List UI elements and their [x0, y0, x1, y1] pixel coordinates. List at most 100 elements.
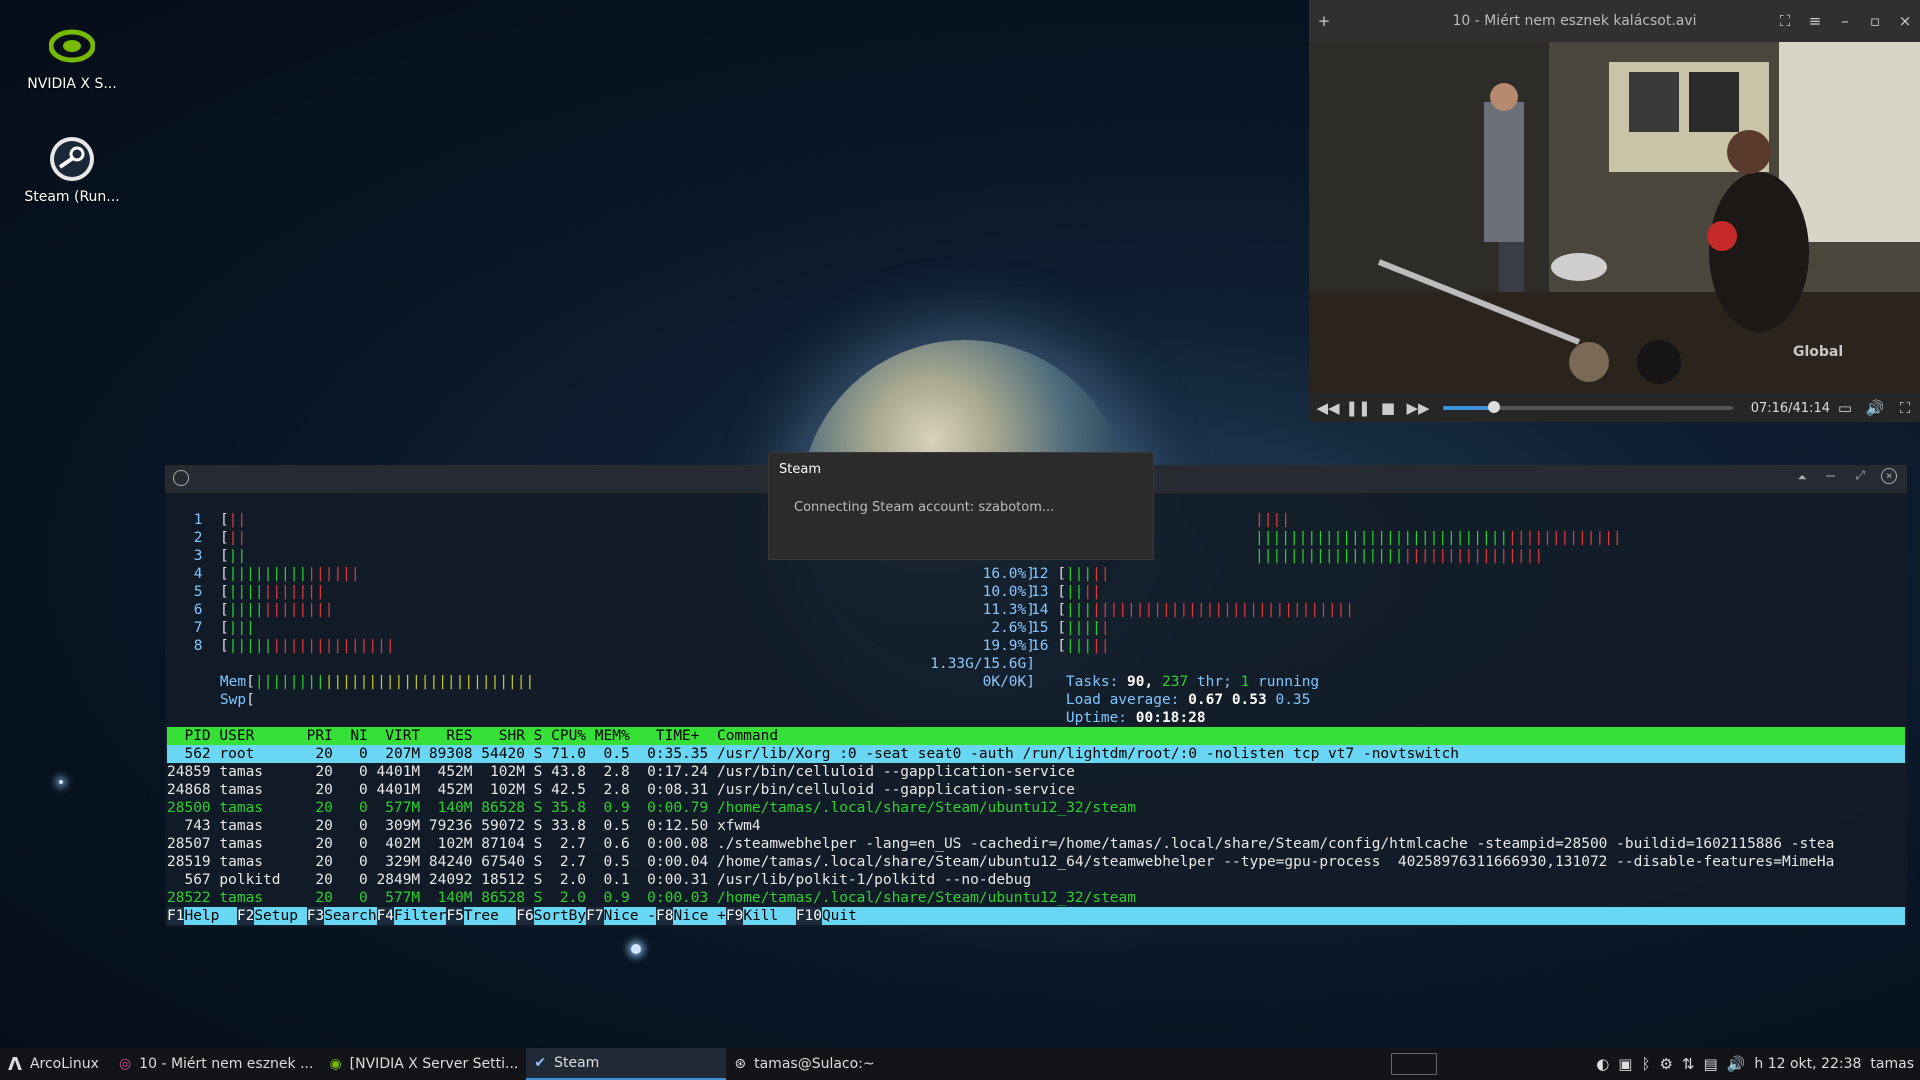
steam-tray-icon[interactable]: ◐	[1596, 1055, 1609, 1073]
cpu-number: 16	[1031, 638, 1049, 654]
cpu-meter: 4 [|||||||||||||||	[185, 566, 360, 582]
function-key-number: F1	[167, 907, 185, 925]
taskbar-item-label: Steam	[554, 1055, 600, 1071]
cpu-number: 14	[1031, 602, 1049, 618]
system-tray: ◐ ▣ ᛒ ⚙ ⇅ ▤ 🔊 h 12 okt, 22:38 tamas	[1391, 1053, 1920, 1075]
process-row[interactable]: 28500 tamas 20 0 577M 140M 86528 S 35.8 …	[167, 799, 1905, 817]
cpu-percent: 47.7%]	[1855, 529, 1920, 547]
cpu-meter: 7 [|||	[185, 620, 255, 636]
function-key-number: F7	[586, 907, 604, 925]
cpu-meter: 5 [|||||||||||	[185, 584, 325, 600]
function-key-help-button[interactable]: Help	[184, 907, 236, 925]
process-table-header[interactable]: PID USER PRI NI VIRT RES SHR S CPU% MEM%…	[167, 727, 1905, 745]
dialog-title: Steam	[779, 462, 821, 477]
stop-icon[interactable]: ■	[1373, 399, 1403, 417]
function-key-nice--button[interactable]: Nice -	[604, 907, 656, 925]
cpu-percent: 33.8%]	[1855, 601, 1920, 619]
wallpaper-star	[59, 780, 63, 784]
nvidia-icon: ◉	[329, 1056, 342, 1072]
minimize-icon[interactable]: –	[1830, 12, 1860, 30]
maximize-icon[interactable]: ⤢	[1855, 468, 1865, 483]
function-key-search-button[interactable]: Search	[324, 907, 376, 925]
clock[interactable]: h 12 okt, 22:38	[1754, 1056, 1861, 1072]
wallpaper-star	[631, 944, 641, 954]
video-player-window: + 10 - Miért nem esznek kalácsot.avi ⛶ ≡…	[1309, 0, 1920, 422]
process-row[interactable]: 28519 tamas 20 0 329M 84240 67540 S 2.7 …	[167, 853, 1905, 871]
process-row[interactable]: 743 tamas 20 0 309M 79236 59072 S 33.8 0…	[167, 817, 1905, 835]
fast-forward-icon[interactable]: ▶▶	[1403, 399, 1433, 417]
fullscreen-icon[interactable]: ⛶	[1890, 399, 1920, 417]
nvidia-icon	[48, 22, 96, 70]
process-row[interactable]: 567 polkitd 20 0 2849M 24092 18512 S 2.0…	[167, 871, 1905, 889]
close-icon[interactable]: ×	[1890, 12, 1920, 30]
fullscreen-icon[interactable]: ⛶	[1770, 12, 1800, 30]
menu-icon[interactable]: ≡	[1800, 12, 1830, 30]
image-viewer-icon[interactable]: ▣	[1618, 1055, 1632, 1073]
function-key-bar: F1 Help F2 Setup F3 Search F4 Filter F5 Tree F6…	[167, 907, 1905, 925]
rewind-icon[interactable]: ◀◀	[1313, 399, 1343, 417]
function-key-filter-button[interactable]: Filter	[394, 907, 446, 925]
user-name[interactable]: tamas	[1870, 1056, 1914, 1072]
close-icon[interactable]: ×	[1881, 468, 1897, 484]
cpu-percent: 2.6%]	[991, 620, 1035, 636]
swp-meter: Swp[	[219, 692, 255, 708]
swp-value: 0K/0K]	[982, 674, 1035, 690]
volume-icon[interactable]: 🔊	[1860, 399, 1890, 417]
workspace-switcher-icon[interactable]	[1391, 1053, 1438, 1075]
seek-bar-knob[interactable]	[1488, 401, 1501, 413]
taskbar-item-terminal[interactable]: ⊛ tamas@Sulaco:~	[726, 1048, 882, 1080]
add-icon[interactable]: +	[1309, 12, 1339, 30]
terminal-icon	[173, 470, 189, 486]
minimize-icon[interactable]: –	[1826, 468, 1835, 484]
seek-bar[interactable]	[1443, 401, 1733, 413]
cpu-meter: 2 [||	[185, 530, 247, 546]
function-key-tree-button[interactable]: Tree	[464, 907, 516, 925]
process-row-selected[interactable]: 562 root 20 0 207M 89308 54420 S 71.0 0.…	[167, 745, 1905, 763]
function-key-kill-button[interactable]: Kill	[743, 907, 795, 925]
taskbar-item-steam[interactable]: ✔ Steam	[526, 1048, 727, 1080]
taskbar-item-player[interactable]: ◎ 10 - Miért nem esznek ...	[111, 1048, 322, 1080]
taskbar-item-label: 10 - Miért nem esznek ...	[139, 1056, 314, 1072]
cpu-number: 15	[1031, 620, 1049, 636]
network-icon[interactable]: ⇅	[1682, 1055, 1695, 1073]
process-row[interactable]: 24868 tamas 20 0 4401M 452M 102M S 42.5 …	[167, 781, 1905, 799]
cpu-meter: 15 [|||||	[1031, 620, 1110, 636]
function-key-sortby-button[interactable]: SortBy	[534, 907, 586, 925]
function-key-setup-button[interactable]: Setup	[254, 907, 306, 925]
cpu-number: 13	[1031, 584, 1049, 600]
cpu-percent: 4.7%]	[1855, 619, 1920, 637]
clipboard-icon[interactable]: ▤	[1704, 1055, 1718, 1073]
cpu-percent: 19.9%]	[982, 638, 1035, 654]
process-row[interactable]: 28522 tamas 20 0 577M 140M 86528 S 2.0 0…	[167, 889, 1905, 907]
playback-time: 07:16/41:14	[1750, 400, 1830, 416]
taskbar-item-nvidia[interactable]: ◉ [NVIDIA X Server Setti...	[321, 1048, 526, 1080]
steam-icon: ✔	[534, 1055, 547, 1071]
function-key-quit-button[interactable]: Quit	[822, 907, 857, 925]
function-key-number: F9	[725, 907, 744, 925]
pause-icon[interactable]: ❚❚	[1343, 399, 1373, 417]
function-key-number: F8	[656, 907, 674, 925]
desktop-icon-nvidia[interactable]: NVIDIA X S...	[17, 22, 127, 92]
steam-login-dialog: Steam Connecting Steam account: szabotom…	[768, 452, 1154, 560]
cpu-percent: 4.1%]	[1855, 637, 1920, 655]
cpu-number: 12	[1031, 566, 1049, 582]
volume-icon[interactable]: 🔊	[1727, 1055, 1746, 1073]
function-key-nice--button[interactable]: Nice +	[673, 907, 725, 925]
cpu-percent: 30.9%]	[1855, 547, 1920, 565]
display-icon[interactable]: ▭	[1830, 399, 1860, 417]
video-watermark: Global	[1793, 344, 1844, 360]
start-label: ArcoLinux	[29, 1056, 99, 1072]
bluetooth-icon[interactable]: ᛒ	[1641, 1055, 1650, 1073]
desktop-icon-steam[interactable]: Steam (Run...	[17, 135, 127, 205]
video-frame[interactable]: Global	[1309, 42, 1920, 394]
desktop-icon-label: Steam (Run...	[24, 189, 120, 205]
desktop-icon-label: NVIDIA X S...	[27, 76, 117, 92]
function-key-number: F2	[236, 907, 255, 925]
process-row[interactable]: 24859 tamas 20 0 4401M 452M 102M S 43.8 …	[167, 763, 1905, 781]
cpu-meter: 12 [|||||	[1031, 566, 1110, 582]
start-menu-button[interactable]: Λ ArcoLinux	[0, 1048, 107, 1080]
process-row[interactable]: 28507 tamas 20 0 402M 102M 87104 S 2.7 0…	[167, 835, 1905, 853]
settings-icon[interactable]: ⚙	[1660, 1055, 1673, 1073]
shade-icon[interactable]: ⏶	[1797, 470, 1807, 485]
maximize-icon[interactable]: ▫	[1860, 12, 1890, 30]
